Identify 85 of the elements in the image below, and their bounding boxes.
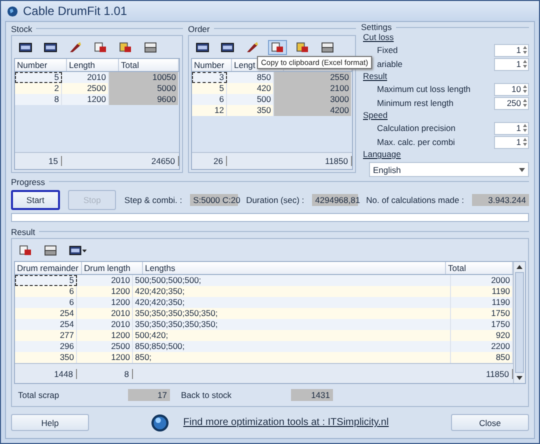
number-spinner[interactable]: 1: [494, 122, 529, 134]
total-value: 1431: [291, 389, 333, 401]
column-header[interactable]: Length: [67, 59, 119, 71]
setting-label: Minimum rest length: [377, 98, 455, 108]
group-title: Progress: [11, 176, 46, 186]
number-spinner[interactable]: 1: [494, 44, 529, 56]
setting-label: Fixed: [377, 45, 399, 55]
readout-value: 3.943.244: [472, 194, 529, 206]
column-header[interactable]: Number: [15, 59, 67, 71]
spin-arrows-icon: [523, 138, 527, 146]
language-dropdown[interactable]: English: [369, 162, 529, 177]
group-title: Result: [11, 226, 36, 236]
globe-icon: [7, 6, 18, 16]
readout-label: No. of calculations made :: [366, 195, 464, 205]
paste-icon: [296, 42, 309, 52]
table-cell: 3000: [274, 94, 352, 105]
window-title: Cable DrumFit 1.01: [23, 4, 128, 18]
grid-icon: [19, 42, 32, 52]
footer-cell: 8: [77, 368, 133, 378]
readout-label: Duration (sec) :: [246, 195, 304, 205]
pencil-icon: [69, 42, 82, 52]
group-title: Order: [188, 24, 210, 34]
table-cell: 12: [192, 105, 227, 116]
footer-cell: 24650: [62, 156, 179, 166]
print-icon: [321, 42, 334, 52]
readout-value: 4294968,81: [312, 194, 358, 206]
section-heading: Cut loss: [363, 32, 394, 42]
grid-icon: [69, 244, 88, 256]
spin-arrows-icon: [523, 85, 527, 93]
setting-label: Calculation precision: [377, 123, 456, 133]
footer-cell: 11850: [227, 156, 352, 166]
spin-arrows-icon: [523, 46, 527, 54]
footer-cell: 15: [15, 156, 62, 166]
section-heading: Speed: [363, 110, 388, 120]
group-title: Settings: [361, 22, 392, 32]
table-cell: 4200: [274, 105, 352, 116]
setting-label: ariable: [377, 59, 404, 69]
number-spinner[interactable]: 250: [494, 96, 529, 110]
total-label: Back to stock: [181, 390, 233, 400]
column-header[interactable]: Number: [192, 59, 232, 71]
setting-label: Max. calc. per combi: [377, 137, 456, 147]
spin-arrows-icon: [523, 60, 527, 68]
copy-icon: [94, 42, 107, 52]
table-cell: 2100: [274, 83, 352, 94]
section-heading: Language: [363, 149, 401, 159]
table-cell: 10050: [109, 72, 179, 83]
close-button[interactable]: Close: [450, 414, 529, 431]
readout-value: S:5000 C:20: [190, 194, 238, 206]
setting-label: Maximum cut loss length: [377, 84, 472, 94]
column-header[interactable]: Lengths: [143, 262, 446, 274]
print-icon: [44, 244, 57, 256]
spin-arrows-icon: [523, 99, 527, 107]
column-header[interactable]: Drum remainder: [15, 262, 82, 274]
copy-icon: [271, 42, 284, 52]
column-header[interactable]: Total: [119, 59, 179, 71]
grid-icon: [196, 42, 209, 52]
section-heading: Result: [363, 71, 388, 81]
action-button[interactable]: Start: [11, 190, 60, 210]
table-cell: 5000: [109, 83, 179, 94]
footer-cell: 26: [192, 156, 227, 166]
readout-label: Step & combi. :: [124, 195, 182, 205]
spin-arrows-icon: [523, 124, 527, 132]
caret-icon: [519, 168, 525, 172]
table-cell: 2550: [274, 72, 352, 83]
paste-icon: [119, 42, 132, 52]
print-icon: [144, 42, 157, 52]
scrollbar[interactable]: [513, 262, 525, 383]
total-value: 17: [128, 389, 170, 401]
group-title: Stock: [11, 24, 32, 34]
table-cell: 9600: [109, 94, 179, 105]
column-header[interactable]: Drum length: [82, 262, 143, 274]
up-arrow-icon: [516, 265, 523, 269]
website-link[interactable]: Find more optimization tools at : ITSimplicity.nl: [183, 417, 389, 428]
number-spinner[interactable]: 10: [494, 82, 529, 96]
number-spinner[interactable]: 1: [494, 136, 529, 148]
toolbar-button[interactable]: [268, 40, 287, 54]
help-button[interactable]: Help: [11, 414, 89, 431]
table-cell: 8: [15, 94, 62, 105]
down-arrow-icon: [516, 376, 523, 380]
number-spinner[interactable]: 1: [494, 58, 529, 70]
total-label: Total scrap: [18, 390, 60, 400]
pencil-icon: [246, 42, 259, 52]
footer-cell: 1448: [15, 368, 77, 378]
globe-icon: [151, 414, 170, 432]
copy-icon: [19, 244, 32, 256]
